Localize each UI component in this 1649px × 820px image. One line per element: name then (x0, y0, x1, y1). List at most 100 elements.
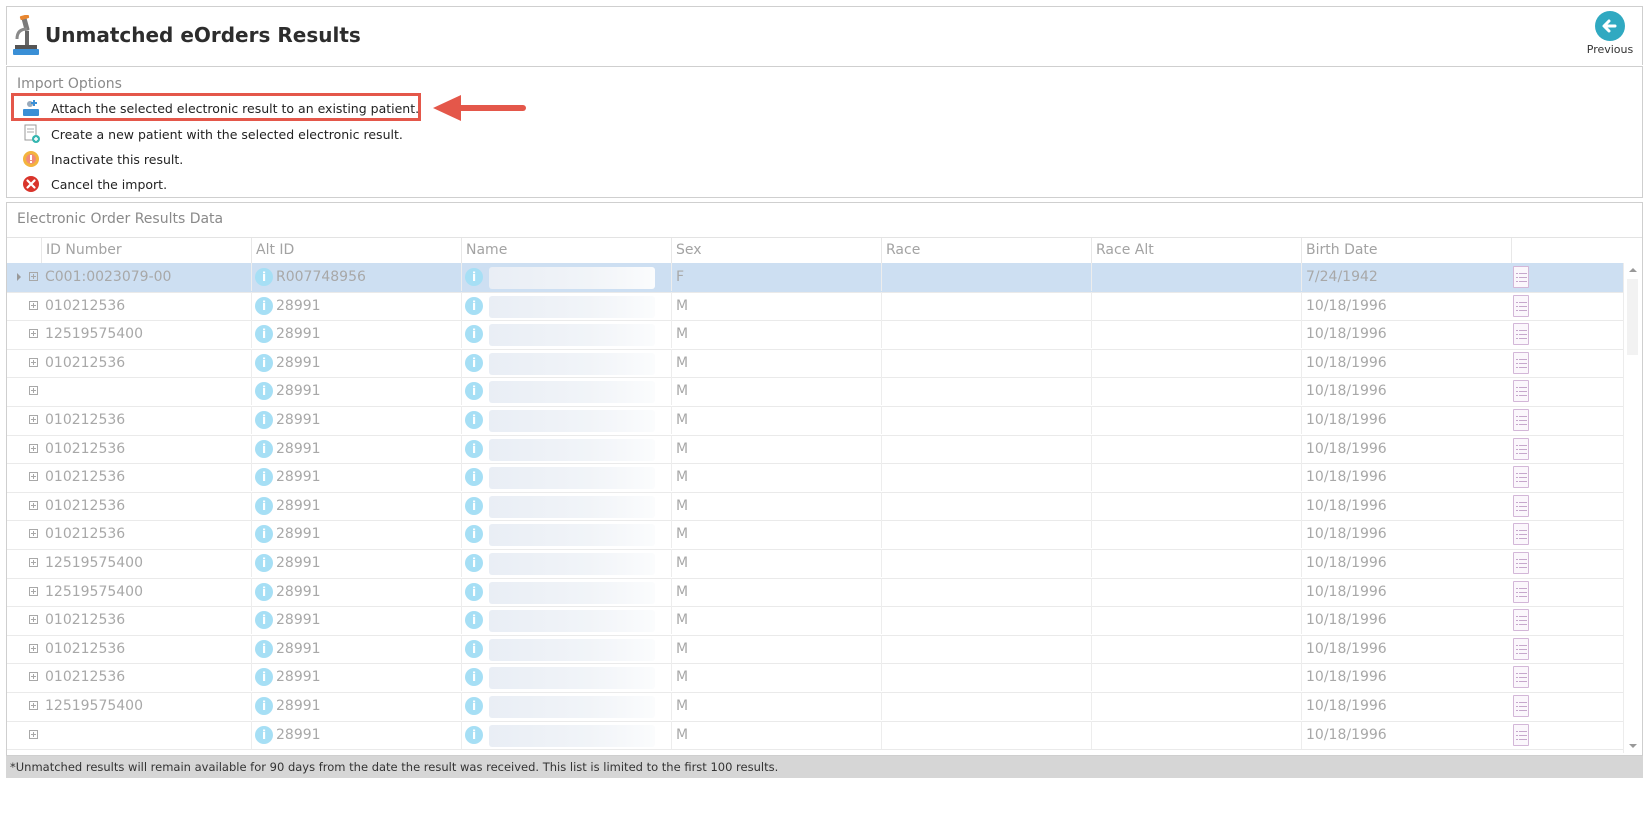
redacted-name (489, 724, 655, 747)
expand-row-icon[interactable] (29, 558, 38, 567)
expand-row-icon[interactable] (29, 329, 38, 339)
result-document-icon[interactable] (1513, 580, 1529, 603)
result-document-icon[interactable] (1513, 466, 1529, 489)
cell-alt-id: 28991 (251, 720, 461, 749)
cell-sex: M (671, 634, 881, 663)
microscope-icon (13, 15, 39, 55)
table-row[interactable]: 12519575400 28991 i i M 10/18/1996 (7, 320, 1624, 350)
result-document-icon[interactable] (1513, 380, 1529, 403)
table-row[interactable]: 010212536 28991 i i M 10/18/1996 (7, 663, 1624, 693)
table-row[interactable]: 010212536 28991 i i M 10/18/1996 (7, 520, 1624, 550)
info-icon[interactable]: i (465, 439, 483, 458)
table-row[interactable]: 010212536 28991 i i M 10/18/1996 (7, 463, 1624, 493)
result-document-icon[interactable] (1513, 437, 1529, 460)
expand-row-icon[interactable] (29, 357, 38, 367)
expand-row-icon[interactable] (29, 729, 38, 739)
create-new-patient-option[interactable]: Create a new patient with the selected e… (21, 123, 403, 145)
info-icon[interactable]: i (255, 554, 273, 572)
info-icon[interactable]: i (465, 496, 483, 515)
cell-sex: M (671, 663, 881, 692)
column-header-alt-id[interactable]: Alt ID (251, 238, 461, 263)
result-document-icon[interactable] (1513, 266, 1529, 288)
expand-row-icon[interactable] (29, 443, 38, 453)
expand-row-icon[interactable] (29, 672, 38, 682)
table-row[interactable]: 010212536 28991 i i M 10/18/1996 (7, 291, 1624, 322)
result-document-icon[interactable] (1513, 409, 1529, 431)
info-icon[interactable]: i (465, 639, 483, 658)
page-title: Unmatched eOrders Results (45, 23, 361, 47)
info-icon[interactable]: i (465, 296, 483, 315)
info-icon[interactable]: i (255, 411, 273, 429)
table-row[interactable]: 12519575400 28991 i i M 10/18/1996 (7, 549, 1624, 579)
expand-row-icon[interactable] (29, 472, 38, 482)
info-icon[interactable]: i (465, 268, 483, 286)
info-icon[interactable]: i (465, 725, 483, 744)
info-icon[interactable]: i (255, 639, 273, 658)
table-row[interactable]: 28991 i i M 10/18/1996 (7, 720, 1624, 751)
table-row[interactable]: 12519575400 28991 i i M 10/18/1996 (7, 692, 1624, 722)
column-header-id-number[interactable]: ID Number (41, 238, 251, 263)
column-header-name[interactable]: Name (461, 238, 671, 263)
grid-scrollbar[interactable] (1623, 263, 1642, 753)
result-document-icon[interactable] (1513, 552, 1529, 574)
expand-row-icon[interactable] (29, 643, 38, 653)
info-icon[interactable]: i (465, 411, 483, 429)
info-icon[interactable]: i (255, 268, 273, 286)
expand-row-icon[interactable] (29, 272, 38, 281)
table-row[interactable]: 010212536 28991 i i M 10/18/1996 (7, 406, 1624, 436)
expand-row-icon[interactable] (29, 615, 38, 625)
table-row[interactable]: 28991 i i M 10/18/1996 (7, 377, 1624, 407)
result-document-icon[interactable] (1513, 294, 1529, 317)
info-icon[interactable]: i (465, 582, 483, 601)
info-icon[interactable]: i (255, 725, 273, 744)
column-header-race[interactable]: Race (881, 238, 1091, 263)
import-options-panel: Import Options Attach the selected elect… (6, 66, 1643, 198)
table-row[interactable]: 010212536 28991 i i M 10/18/1996 (7, 634, 1624, 665)
scroll-down-icon[interactable] (1629, 744, 1637, 748)
info-icon[interactable]: i (255, 582, 273, 601)
scroll-thumb[interactable] (1627, 279, 1638, 355)
result-document-icon[interactable] (1513, 637, 1529, 660)
cancel-import-label: Cancel the import. (51, 176, 168, 192)
result-document-icon[interactable] (1513, 523, 1529, 546)
cancel-import-option[interactable]: Cancel the import. (21, 173, 167, 195)
info-icon[interactable]: i (255, 296, 273, 315)
expand-row-icon[interactable] (29, 386, 38, 396)
expand-row-icon[interactable] (29, 415, 38, 424)
info-icon[interactable]: i (255, 697, 273, 715)
table-row[interactable]: 010212536 28991 i i M 10/18/1996 (7, 606, 1624, 636)
info-icon[interactable]: i (255, 496, 273, 515)
result-document-icon[interactable] (1513, 723, 1529, 746)
result-document-icon[interactable] (1513, 351, 1529, 374)
cell-sex: M (671, 520, 881, 549)
inactivate-result-option[interactable]: Inactivate this result. (21, 148, 183, 170)
result-document-icon[interactable] (1513, 494, 1529, 517)
column-header-birth-date[interactable]: Birth Date (1301, 238, 1511, 263)
cell-alt-id: R007748956 (251, 263, 461, 291)
info-icon[interactable]: i (255, 353, 273, 372)
previous-button[interactable]: Previous (1582, 11, 1638, 67)
table-row[interactable]: 010212536 28991 i i M 10/18/1996 (7, 434, 1624, 465)
info-icon[interactable]: i (465, 353, 483, 372)
table-row[interactable]: C001:0023079-00 R007748956 i i F 7/24/1942 (7, 263, 1624, 293)
result-document-icon[interactable] (1513, 666, 1529, 689)
cell-race-alt (1091, 348, 1301, 377)
column-header-race-alt[interactable]: Race Alt (1091, 238, 1301, 263)
expand-row-icon[interactable] (29, 586, 38, 596)
result-document-icon[interactable] (1513, 695, 1529, 717)
info-icon[interactable]: i (465, 697, 483, 715)
expand-row-icon[interactable] (29, 701, 38, 710)
table-row[interactable]: 12519575400 28991 i i M 10/18/1996 (7, 577, 1624, 608)
result-document-icon[interactable] (1513, 609, 1529, 632)
expand-row-icon[interactable] (29, 529, 38, 539)
result-document-icon[interactable] (1513, 323, 1529, 346)
info-icon[interactable]: i (255, 439, 273, 458)
info-icon[interactable]: i (465, 554, 483, 572)
expand-row-icon[interactable] (29, 300, 38, 310)
scroll-up-icon[interactable] (1629, 268, 1637, 272)
column-header-sex[interactable]: Sex (671, 238, 881, 263)
table-row[interactable]: 010212536 28991 i i M 10/18/1996 (7, 491, 1624, 522)
page-header: Unmatched eOrders Results Previous (6, 6, 1643, 65)
table-row[interactable]: 010212536 28991 i i M 10/18/1996 (7, 348, 1624, 379)
expand-row-icon[interactable] (29, 500, 38, 510)
